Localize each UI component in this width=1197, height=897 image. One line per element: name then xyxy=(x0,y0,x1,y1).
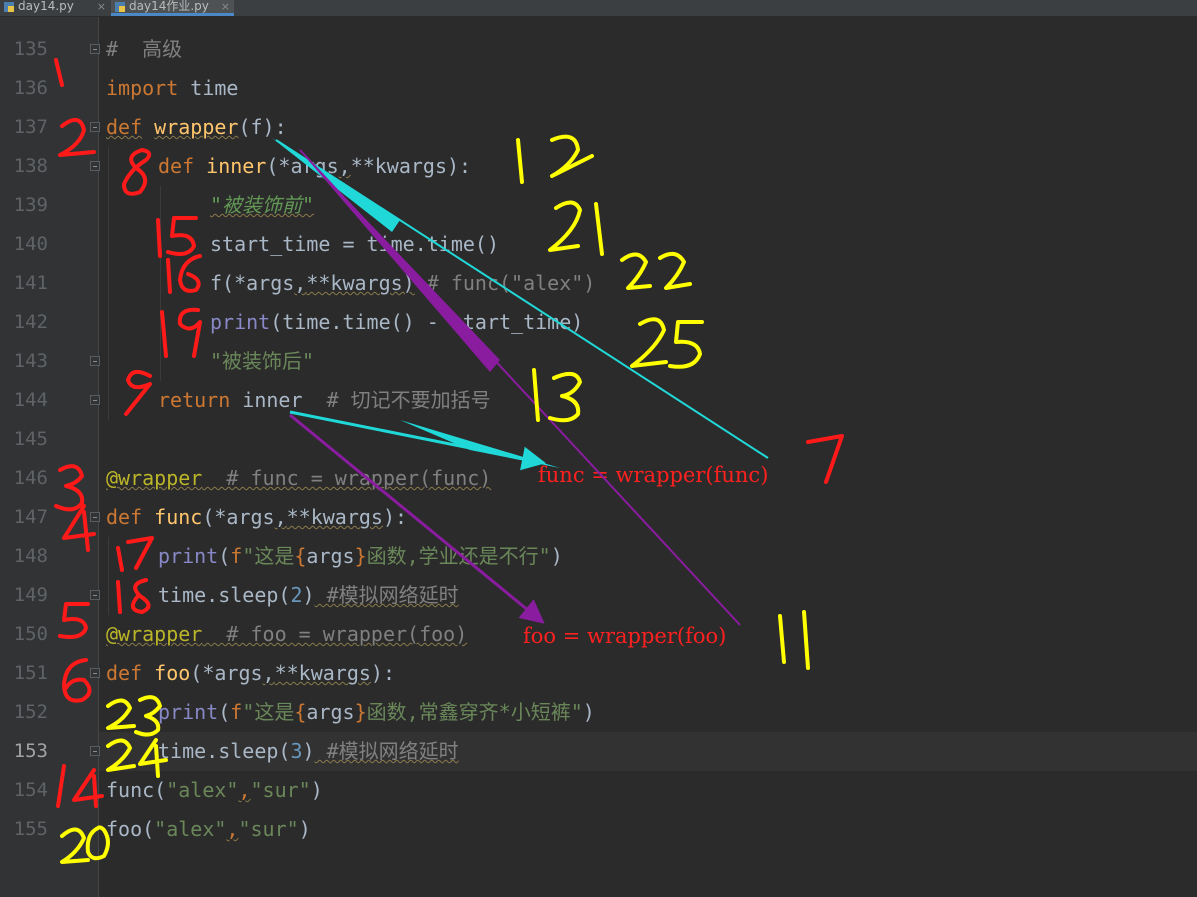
hand-number-2 xyxy=(58,118,96,157)
hand-number-3 xyxy=(54,464,85,512)
hand-number-6 xyxy=(62,658,92,703)
hand-number-21 xyxy=(548,200,604,256)
hand-number-4 xyxy=(62,504,96,552)
hand-number-13 xyxy=(532,368,582,423)
purple-arrow-wedge xyxy=(296,146,500,372)
hand-number-24 xyxy=(106,738,168,778)
hand-number-17 xyxy=(116,536,154,572)
purple-arrow-foo xyxy=(289,413,545,624)
hand-number-14 xyxy=(56,764,104,808)
hand-number-8 xyxy=(122,148,152,196)
hand-number-1 xyxy=(54,58,64,87)
hand-number-20 xyxy=(60,825,110,864)
hand-number-19 xyxy=(160,307,202,358)
hand-number-18 xyxy=(116,578,151,614)
hand-number-16 xyxy=(166,254,202,294)
cyan-arrow-head xyxy=(272,138,400,232)
hand-number-25 xyxy=(630,317,704,369)
hand-number-11 xyxy=(778,610,810,670)
annotation-overlay xyxy=(54,58,844,864)
hand-number-15 xyxy=(156,216,198,258)
hand-number-12 xyxy=(516,134,594,184)
hand-number-22 xyxy=(620,251,692,290)
hand-number-9 xyxy=(124,369,152,416)
hand-number-5 xyxy=(58,602,90,639)
cyan-arrow-line xyxy=(275,139,769,459)
hand-number-23 xyxy=(106,695,162,737)
hand-number-7 xyxy=(806,434,844,484)
